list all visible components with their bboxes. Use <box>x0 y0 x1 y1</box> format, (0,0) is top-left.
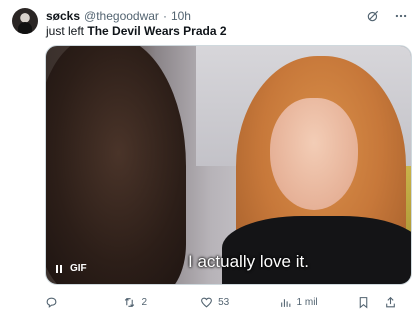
author-name[interactable]: søcks <box>46 9 80 23</box>
tweet-text-prefix: just left <box>46 24 88 38</box>
more-icon[interactable] <box>394 9 408 23</box>
avatar[interactable] <box>12 8 38 34</box>
tweet-text: just left The Devil Wears Prada 2 <box>46 24 227 38</box>
woman-face <box>270 98 358 210</box>
repost-button[interactable]: 2 <box>123 296 200 309</box>
woman-body <box>222 216 411 284</box>
gif-controls[interactable]: GIF <box>56 263 87 274</box>
separator: · <box>162 9 167 23</box>
gif-caption: I actually love it. <box>188 252 309 271</box>
repost-icon <box>125 297 135 307</box>
trailing-actions <box>357 296 397 309</box>
views-icon <box>280 298 290 307</box>
views-button[interactable]: 1 mil <box>279 296 357 309</box>
pause-icon[interactable] <box>56 264 62 273</box>
like-count: 53 <box>218 296 230 308</box>
gif-badge: GIF <box>70 263 87 274</box>
grok-icon[interactable] <box>366 9 380 23</box>
repost-count: 2 <box>141 296 148 308</box>
timestamp[interactable]: 10h <box>171 9 191 23</box>
header-icons <box>366 9 408 23</box>
action-bar: 2 53 1 mil <box>45 294 397 310</box>
gif-media[interactable]: I actually love it. GIF <box>45 45 412 285</box>
share-icon[interactable] <box>384 296 397 309</box>
tweet-header: søcks @thegoodwar · 10h <box>46 8 408 24</box>
like-button[interactable]: 53 <box>200 296 278 309</box>
like-icon <box>201 297 212 308</box>
reply-icon <box>46 297 57 308</box>
foreground-person <box>46 46 186 284</box>
view-count: 1 mil <box>296 296 318 308</box>
author-handle[interactable]: @thegoodwar <box>84 9 159 23</box>
reply-button[interactable] <box>45 296 123 309</box>
bookmark-icon[interactable] <box>357 296 370 309</box>
tweet-text-title: The Devil Wears Prada 2 <box>87 24 227 38</box>
